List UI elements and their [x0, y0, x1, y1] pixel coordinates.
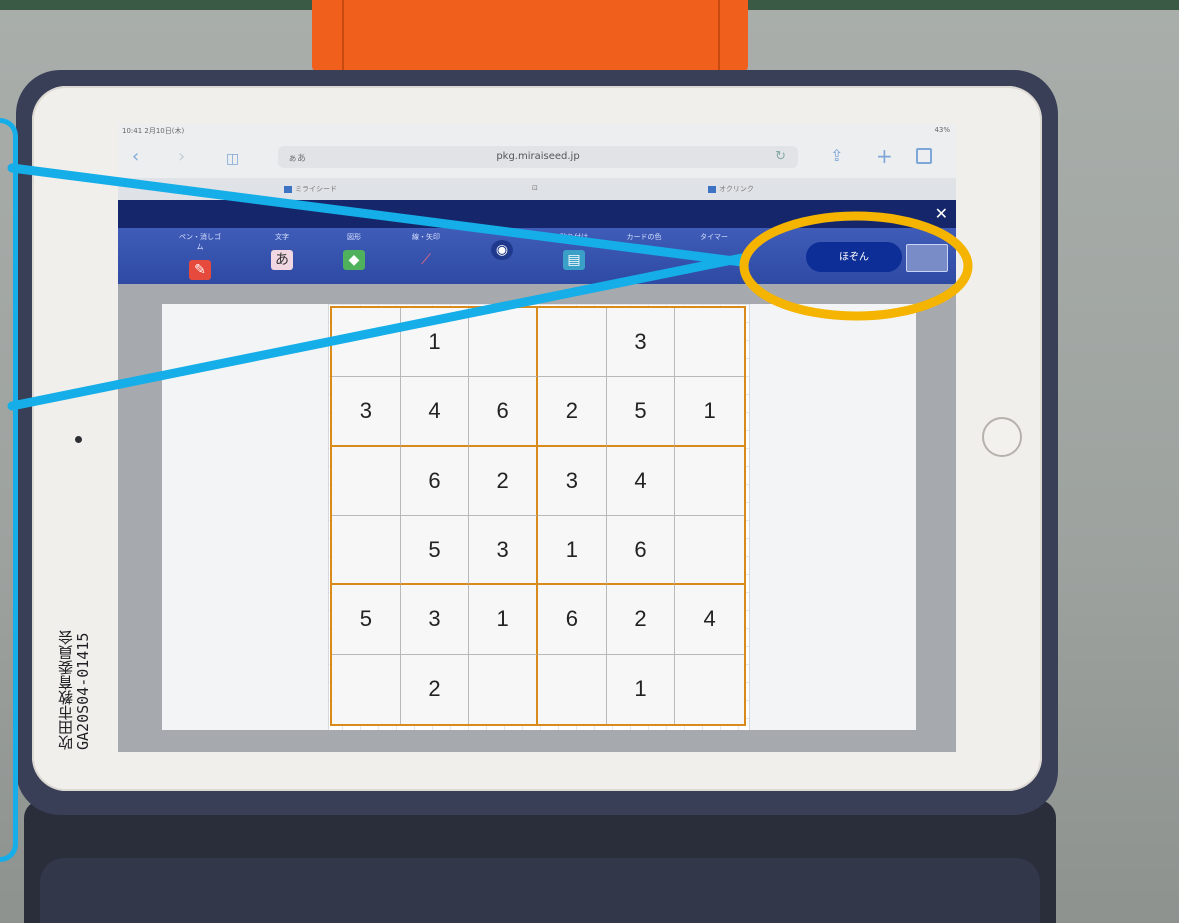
tool-label: 文字 — [275, 233, 289, 241]
timer-icon: ◔ — [707, 252, 721, 268]
forward-icon[interactable]: › — [178, 148, 185, 166]
grid-cell[interactable]: 3 — [537, 446, 607, 516]
grid-cell[interactable]: 1 — [469, 585, 538, 655]
grid-cell[interactable]: 2 — [606, 585, 676, 655]
grid-cell[interactable]: 3 — [332, 377, 401, 447]
grid-cell[interactable]: 1 — [400, 308, 470, 378]
back-icon[interactable]: ‹ — [132, 148, 139, 166]
grid-cell[interactable]: 2 — [537, 377, 607, 447]
card-color-icon — [633, 250, 655, 270]
grid-cell[interactable]: 6 — [537, 585, 607, 655]
grid-cell[interactable] — [469, 654, 538, 724]
grid-cell[interactable] — [675, 516, 744, 586]
browser-tab-1-label: ミライシード — [295, 185, 337, 193]
left-panel — [162, 304, 329, 730]
grid-cell[interactable]: 5 — [400, 516, 470, 586]
tool-paste[interactable]: 貼り付け ▤ — [550, 232, 598, 270]
tool-shape[interactable]: 図形 ◆ — [330, 232, 378, 270]
tool-label: 貼り付け — [560, 233, 588, 241]
tool-pen-eraser[interactable]: ペン・消しゴム ✎ — [176, 232, 224, 280]
sudoku-grid[interactable]: 133462516234531653162421 — [330, 306, 746, 726]
front-camera — [75, 436, 82, 443]
asset-label-line1: 吹田市教育委員会 — [57, 630, 75, 750]
grid-cell[interactable]: 5 — [606, 377, 676, 447]
grid-cell[interactable] — [332, 446, 401, 516]
share-icon[interactable]: ⇪ — [830, 146, 843, 165]
reload-icon[interactable]: ↻ — [775, 149, 786, 164]
grid-cell[interactable]: 6 — [606, 516, 676, 586]
grid-cell[interactable]: 3 — [400, 585, 470, 655]
grid-cell[interactable] — [332, 308, 401, 378]
status-time: 10:41 2月10日(木) — [122, 127, 185, 135]
browser-tab-3-label: オクリンク — [719, 185, 754, 193]
browser-tab-2[interactable]: ⊡ — [532, 184, 538, 192]
asset-label-line2: GA20S04-01415 — [74, 632, 92, 750]
grid-cell[interactable]: 1 — [607, 654, 676, 724]
url-field[interactable]: ぁあ pkg.miraiseed.jp ↻ — [278, 146, 798, 168]
address-bar: ‹ › ◫ ぁあ pkg.miraiseed.jp ↻ ⇪ + — [118, 138, 956, 178]
grid-cell[interactable]: 5 — [332, 585, 401, 655]
tool-line[interactable]: 線・矢印 ⟋ — [402, 232, 450, 270]
grid-cell[interactable] — [332, 654, 401, 724]
grid-cell[interactable]: 4 — [606, 446, 676, 516]
grid-cell[interactable]: 1 — [537, 516, 607, 586]
text-icon: あ — [271, 250, 293, 270]
stamp-icon: ◉ — [491, 240, 513, 260]
paste-icon: ▤ — [563, 250, 585, 270]
right-panel — [749, 304, 916, 730]
grid-cell[interactable]: 6 — [400, 446, 470, 516]
tool-stamp[interactable]: ◉ — [478, 232, 526, 260]
grid-cell[interactable] — [675, 447, 744, 516]
keyboard-case-lip — [40, 858, 1040, 923]
browser-tab-bar: ミライシード ⊡ オクリンク — [118, 178, 956, 200]
tool-text[interactable]: 文字 あ — [258, 232, 306, 270]
tool-label: 線・矢印 — [412, 233, 440, 241]
home-button[interactable] — [982, 417, 1022, 457]
tool-label: タイマー — [700, 233, 728, 241]
pointer-bracket — [0, 118, 18, 862]
keyboard-icon[interactable] — [906, 244, 948, 272]
url-text: pkg.miraiseed.jp — [496, 151, 580, 162]
browser-tab-3[interactable]: オクリンク — [708, 184, 754, 194]
grid-cell[interactable]: 4 — [675, 585, 744, 655]
grid-cell[interactable] — [537, 308, 607, 378]
status-bar: 10:41 2月10日(木) 43% — [118, 124, 956, 138]
tool-label: 図形 — [347, 233, 361, 241]
grid-cell[interactable]: 6 — [469, 377, 538, 447]
tool-label: カードの色 — [626, 233, 662, 241]
grid-cell[interactable]: 1 — [675, 377, 744, 447]
bookmarks-icon[interactable]: ◫ — [226, 150, 239, 168]
line-icon: ⟋ — [421, 252, 431, 268]
app-toolbar: ペン・消しゴム ✎ 文字 あ 図形 ◆ 線・矢印 ⟋ ◉ 貼り付け ▤ カードの… — [118, 228, 956, 284]
tool-timer[interactable]: タイマー ◔ — [690, 232, 738, 270]
new-tab-icon[interactable]: + — [876, 144, 893, 168]
shape-icon: ◆ — [343, 250, 365, 270]
asset-label: 吹田市教育委員会 GA20S04-01415 — [57, 600, 92, 750]
browser-tab-1[interactable]: ミライシード — [284, 184, 337, 194]
tool-label: ペン・消しゴム — [179, 233, 221, 251]
favicon-icon — [284, 185, 292, 193]
grid-cell[interactable]: 4 — [400, 377, 470, 447]
tabs-icon[interactable] — [916, 148, 932, 164]
grid-cell[interactable] — [675, 308, 744, 378]
pen-eraser-icon: ✎ — [189, 260, 211, 280]
grid-cell[interactable] — [538, 654, 607, 724]
battery-level: 43% — [934, 126, 950, 134]
orange-strap — [312, 0, 748, 72]
grid-cell[interactable]: 2 — [401, 654, 470, 724]
grid-cell[interactable] — [675, 655, 744, 724]
favicon-icon — [708, 185, 716, 193]
grid-cell[interactable]: 3 — [606, 308, 676, 378]
grid-cell[interactable] — [469, 308, 538, 378]
grid-cell[interactable]: 3 — [469, 516, 538, 586]
close-icon[interactable]: ✕ — [935, 204, 948, 223]
save-button[interactable]: ほぞん — [806, 242, 902, 272]
grid-cell[interactable] — [332, 516, 401, 586]
tool-card-color[interactable]: カードの色 — [620, 232, 668, 270]
app-header: ✕ — [118, 200, 956, 228]
grid-cell[interactable]: 2 — [469, 446, 538, 516]
